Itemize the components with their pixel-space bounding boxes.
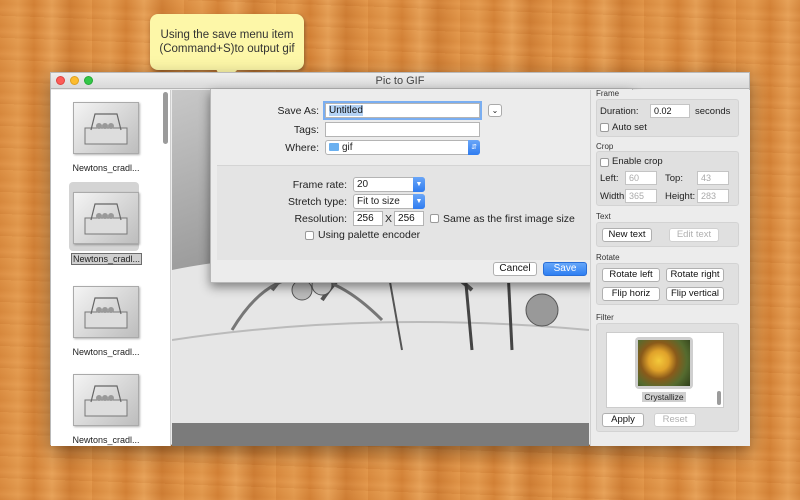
palette-encoder-checkbox[interactable] — [305, 230, 314, 240]
title-bar[interactable]: Pic to GIF — [51, 73, 749, 89]
same-size-checkbox[interactable] — [430, 214, 440, 223]
thumbnail-image — [73, 192, 139, 244]
crop-width-label: Width: — [600, 191, 627, 202]
filter-list[interactable]: Crystallize — [606, 332, 724, 408]
auto-set-checkbox[interactable] — [600, 123, 609, 132]
frame-group: Duration: 0.02 seconds Auto set — [596, 99, 739, 137]
chevron-down-icon: ▼ — [413, 194, 425, 209]
thumbnail-image — [73, 102, 139, 154]
flip-horiz-button[interactable]: Flip horiz — [602, 287, 660, 301]
stretch-type-select[interactable]: Fit to size ▼ — [353, 194, 425, 209]
tags-label: Tags: — [293, 123, 319, 136]
edit-text-button[interactable]: Edit text — [669, 228, 719, 242]
rotate-section-title: Rotate — [596, 253, 620, 262]
settings-panel: Frame Duration: 0.02 seconds Auto set Cr… — [590, 89, 750, 446]
zoom-window-button[interactable] — [84, 76, 93, 85]
callout-line-2: (Command+S)to output gif — [159, 43, 295, 55]
cancel-button[interactable]: Cancel — [493, 262, 537, 276]
folder-icon — [329, 143, 339, 151]
crop-height-label: Height: — [665, 191, 696, 202]
thumbnail-item[interactable]: Newtons_cradl... — [71, 286, 141, 357]
callout-line-1: Using the save menu item — [160, 29, 294, 41]
app-window: Pic to GIF Newtons_cradl... Newtons_crad… — [50, 72, 750, 446]
crop-top-label: Top: — [665, 173, 683, 184]
thumbnail-item[interactable]: Newtons_cradl... — [71, 374, 141, 445]
close-window-button[interactable] — [56, 76, 65, 85]
chevron-down-icon: ⌄ — [491, 106, 499, 115]
expand-dialog-button[interactable]: ⌄ — [488, 104, 502, 117]
tip-callout: Using the save menu item (Command+S)to o… — [150, 14, 304, 84]
seconds-label: seconds — [695, 106, 731, 117]
duration-field[interactable]: 0.02 — [650, 104, 690, 118]
crop-section-title: Crop — [596, 142, 614, 151]
chevron-down-icon: ▼ — [413, 177, 425, 192]
thumbnail-label: Newtons_cradl... — [72, 163, 140, 173]
rotate-left-button[interactable]: Rotate left — [602, 268, 660, 282]
gif-options-panel: Frame rate: 20 ▼ Stretch type: Fit to si… — [217, 165, 627, 260]
thumbnail-label: Newtons_cradl... — [71, 253, 143, 265]
frame-rate-label: Frame rate: — [292, 178, 347, 191]
filter-scrollbar[interactable] — [717, 391, 721, 405]
new-text-button[interactable]: New text — [602, 228, 652, 242]
text-section-title: Text — [596, 212, 611, 221]
apply-filter-button[interactable]: Apply — [602, 413, 644, 427]
resolution-height-field[interactable]: 256 — [394, 211, 425, 226]
duration-label: Duration: — [600, 106, 639, 117]
filter-preview-image — [638, 340, 690, 386]
reset-filter-button[interactable]: Reset — [654, 413, 696, 427]
resolution-separator: X — [385, 212, 393, 225]
thumbnail-scrollbar[interactable] — [163, 92, 168, 144]
thumbnail-label: Newtons_cradl... — [72, 347, 140, 357]
frame-rate-select[interactable]: 20 ▼ — [353, 177, 425, 192]
rotate-group: Rotate left Rotate right Flip horiz Flip… — [596, 263, 739, 305]
stretch-type-label: Stretch type: — [288, 195, 347, 208]
crop-top-field[interactable]: 43 — [697, 171, 729, 185]
thumbnail-image — [73, 374, 139, 426]
filter-name-label: Crystallize — [642, 392, 686, 402]
window-controls — [56, 76, 93, 85]
resolution-label: Resolution: — [294, 212, 347, 225]
save-as-field[interactable]: Untitled — [325, 103, 480, 118]
window-title: Pic to GIF — [375, 75, 425, 87]
filter-section-title: Filter — [596, 313, 614, 322]
flip-vertical-button[interactable]: Flip vertical — [666, 287, 724, 301]
crop-height-field[interactable]: 283 — [697, 189, 729, 203]
crop-width-field[interactable]: 365 — [625, 189, 657, 203]
thumbnail-label: Newtons_cradl... — [72, 435, 140, 445]
palette-encoder-label: Using palette encoder — [318, 229, 421, 241]
where-select[interactable]: gif ⇵ — [325, 140, 480, 155]
crop-group: Enable crop Left: 60 Top: 43 Width: 365 … — [596, 151, 739, 206]
save-dialog: Save As: Untitled ⌄ Tags: Where: gif ⇵ F… — [210, 89, 633, 283]
enable-crop-label: Enable crop — [612, 156, 663, 167]
same-size-label: Same as the first image size — [443, 212, 575, 225]
filter-group: Crystallize Apply Reset — [596, 323, 739, 432]
crop-left-field[interactable]: 60 — [625, 171, 657, 185]
resolution-width-field[interactable]: 256 — [353, 211, 383, 226]
tags-field[interactable] — [325, 122, 480, 137]
auto-set-label: Auto set — [612, 122, 647, 133]
thumbnail-list[interactable]: Newtons_cradl... Newtons_cradl... Newton… — [51, 90, 171, 446]
chevron-updown-icon: ⇵ — [468, 140, 480, 155]
frame-section-title: Frame — [596, 89, 620, 98]
minimize-window-button[interactable] — [70, 76, 79, 85]
thumbnail-item[interactable]: Newtons_cradl... — [71, 102, 141, 173]
text-group: New text Edit text — [596, 222, 739, 247]
rotate-right-button[interactable]: Rotate right — [666, 268, 724, 282]
thumbnail-image — [73, 286, 139, 338]
save-as-label: Save As: — [277, 104, 319, 117]
thumbnail-item-selected[interactable]: Newtons_cradl... — [69, 182, 143, 265]
where-label: Where: — [285, 141, 319, 154]
save-button[interactable]: Save — [543, 262, 587, 276]
filter-item-selected[interactable] — [635, 337, 693, 389]
enable-crop-checkbox[interactable] — [600, 158, 609, 167]
crop-left-label: Left: — [600, 173, 619, 184]
